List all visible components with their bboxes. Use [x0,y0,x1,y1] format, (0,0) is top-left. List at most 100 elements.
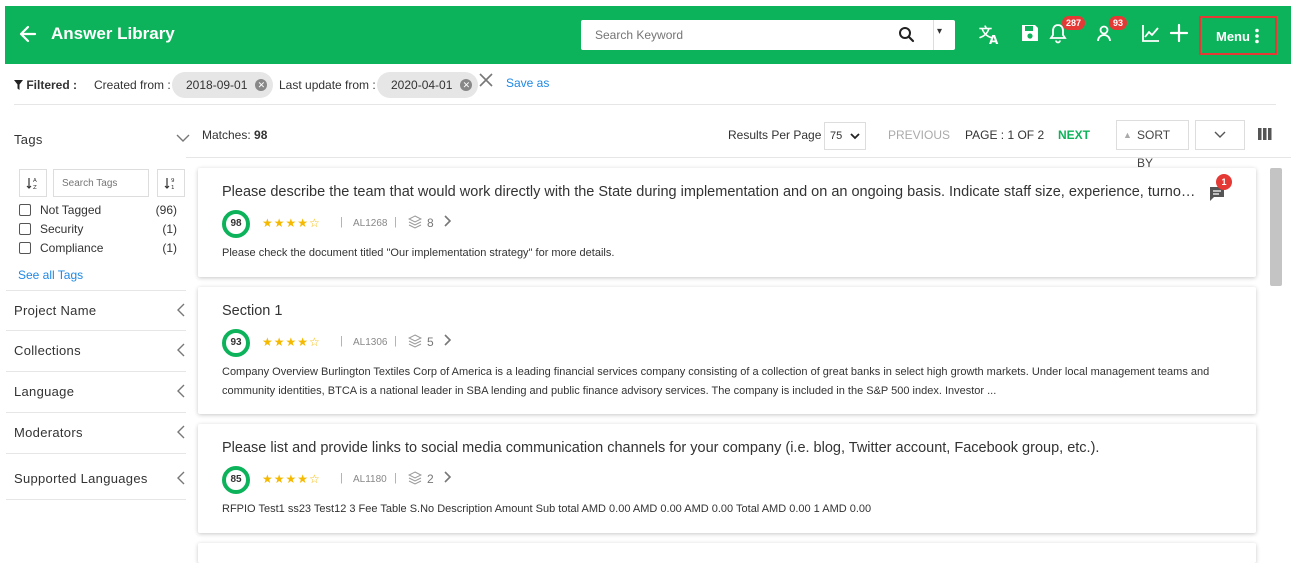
svg-text:9: 9 [171,178,175,184]
sidebar-item-moderators[interactable]: Moderators [14,425,83,440]
back-arrow-icon[interactable] [19,22,39,46]
tag-label: Not Tagged [40,203,102,217]
matches-summary: Matches: 98 [202,128,268,142]
tags-section-title[interactable]: Tags [14,132,43,147]
next-page-button[interactable]: NEXT [1058,128,1090,142]
tag-option[interactable]: Not Tagged (96) [19,202,177,220]
results-scrollbar[interactable] [1270,168,1282,286]
question-text[interactable]: Section 1 [222,303,1202,319]
tag-label: Security [40,222,84,236]
results-per-page-select[interactable]: 75 [824,122,866,150]
search-divider [933,20,934,50]
see-all-tags-link[interactable]: See all Tags [18,268,83,282]
clear-filters-icon[interactable] [479,73,493,90]
meta-separator: | [394,216,397,228]
svg-text:Z: Z [33,185,37,190]
tags-chevron-down-icon[interactable] [176,130,190,146]
meta-separator: | [340,335,343,347]
menu-label: Menu [1216,29,1250,44]
tag-checkbox[interactable] [19,204,31,216]
analytics-chart-icon[interactable] [1140,22,1162,48]
tag-count: (1) [162,222,177,236]
answer-meta: 85 ★★★★☆ | AL1180 | 2 [222,466,822,494]
svg-text:1: 1 [171,185,175,190]
filter-funnel-icon [14,80,23,90]
sort-dropdown[interactable] [1195,120,1245,150]
answer-id: AL1180 [353,474,387,485]
results-toolbar: Matches: 98 Results Per Page 75 PREVIOUS… [198,120,1278,170]
remove-created-filter-icon[interactable]: ✕ [255,79,268,91]
page-title: Answer Library [51,24,175,43]
sort-numeric-icon[interactable]: 91 [157,169,185,197]
notifications-bell-icon[interactable]: 287 [1047,16,1086,48]
add-icon[interactable] [1169,22,1189,48]
chevron-right-icon[interactable] [444,334,452,349]
sidebar-divider [6,330,186,331]
sidebar-divider [6,290,186,291]
score-circle: 85 [222,466,250,494]
chevron-left-icon[interactable] [176,303,186,320]
search-input[interactable] [581,20,891,50]
chevron-down-icon [1214,131,1226,138]
chevron-left-icon[interactable] [176,343,186,360]
previous-page-button[interactable]: PREVIOUS [888,128,950,142]
last-update-chip: 2020-04-01 ✕ [377,72,479,98]
columns-icon[interactable] [1258,128,1272,140]
sidebar-divider [6,371,186,372]
layers-icon [407,215,423,229]
answer-id: AL1268 [353,218,388,229]
question-text[interactable]: Please describe the team that would work… [222,184,1202,200]
page-indicator: PAGE : 1 OF 2 [965,128,1045,142]
tag-label: Compliance [40,241,104,255]
last-update-value: 2020-04-01 [391,78,453,92]
tag-option[interactable]: Security (1) [19,221,177,239]
sidebar-divider [6,453,186,454]
notifications-badge: 287 [1062,16,1086,30]
search-tags-input[interactable] [53,169,149,197]
answer-card[interactable]: Please list and provide links to social … [198,424,1256,533]
sidebar-item-collections[interactable]: Collections [14,343,81,358]
users-icon[interactable]: 93 [1095,16,1128,48]
sidebar-divider [6,412,186,413]
sort-az-icon[interactable]: AZ [19,169,47,197]
sidebar-item-supported-languages[interactable]: Supported Languages [14,471,148,486]
created-from-chip: 2018-09-01 ✕ [172,72,274,98]
answer-card[interactable]: Please describe the team that would work… [198,168,1256,277]
svg-text:A: A [989,33,999,46]
layers-count: 5 [427,335,434,349]
answer-card[interactable] [198,543,1256,563]
star-rating[interactable]: ★★★★☆ [262,472,321,486]
star-rating[interactable]: ★★★★☆ [262,335,321,349]
menu-button[interactable]: Menu [1199,16,1277,55]
tag-checkbox[interactable] [19,223,31,235]
kebab-menu-icon [1255,28,1259,44]
chevron-right-icon[interactable] [444,471,452,486]
answer-meta: 98 ★★★★☆ | AL1268 | 8 [222,210,822,238]
score-circle: 98 [222,210,250,238]
sidebar-item-project-name[interactable]: Project Name [14,303,96,318]
tag-option[interactable]: Compliance (1) [19,240,177,258]
translate-icon[interactable]: 文A [978,22,1002,48]
remove-update-filter-icon[interactable]: ✕ [460,79,473,91]
layers-icon [407,334,423,348]
filtered-label: Filtered : [14,78,77,92]
sort-by-button[interactable]: ▲ SORT BY [1116,120,1189,170]
answer-card[interactable]: Section 1 93 ★★★★☆ | AL1306 | 5 Company … [198,287,1256,414]
matches-count: 98 [254,128,268,142]
sidebar-item-language[interactable]: Language [14,384,74,399]
save-icon[interactable] [1019,22,1041,48]
chevron-left-icon[interactable] [176,425,186,442]
star-rating[interactable]: ★★★★☆ [262,216,321,230]
score-circle: 93 [222,329,250,357]
filter-bar: Filtered : Created from : 2018-09-01 ✕ L… [14,72,1276,98]
chevron-right-icon[interactable] [444,215,452,230]
search-options-caret-icon[interactable]: ▾ [937,26,942,37]
question-text[interactable]: Please list and provide links to social … [222,440,1202,456]
chevron-left-icon[interactable] [176,384,186,401]
comments-icon[interactable]: 1 [1208,174,1232,204]
meta-separator: | [394,472,397,484]
tag-checkbox[interactable] [19,242,31,254]
search-icon[interactable] [897,25,919,45]
save-as-link[interactable]: Save as [506,76,549,90]
chevron-left-icon[interactable] [176,471,186,488]
